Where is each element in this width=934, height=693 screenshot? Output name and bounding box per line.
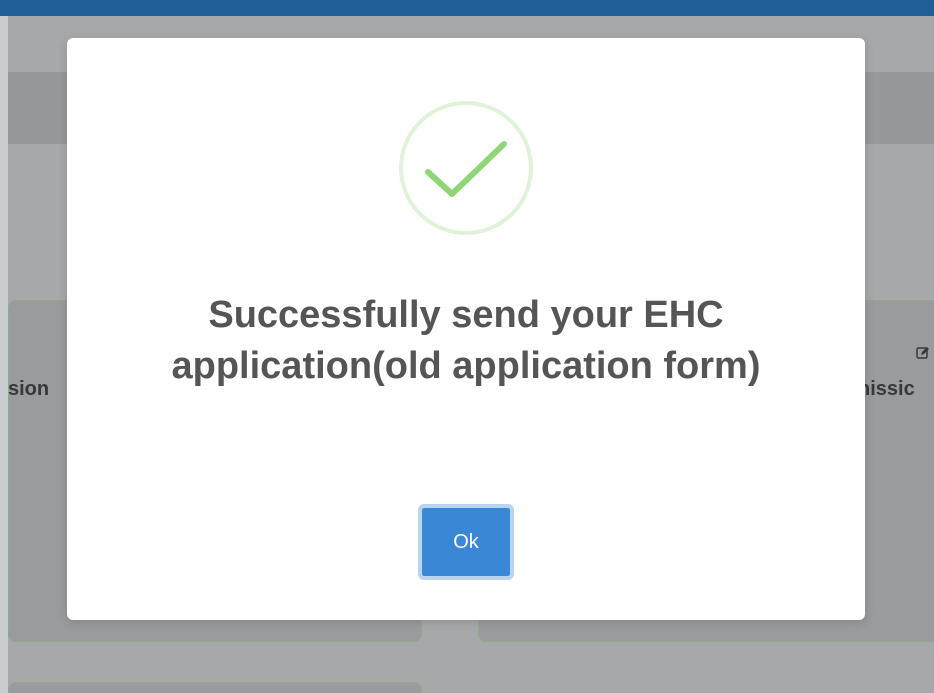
ok-button[interactable]: Ok <box>418 504 514 580</box>
checkmark-circle-icon <box>399 101 533 235</box>
dialog-message: Successfully send your EHC application(o… <box>171 294 761 387</box>
success-dialog: Successfully send your EHC application(o… <box>67 38 865 620</box>
top-navigation-bar <box>0 0 934 16</box>
